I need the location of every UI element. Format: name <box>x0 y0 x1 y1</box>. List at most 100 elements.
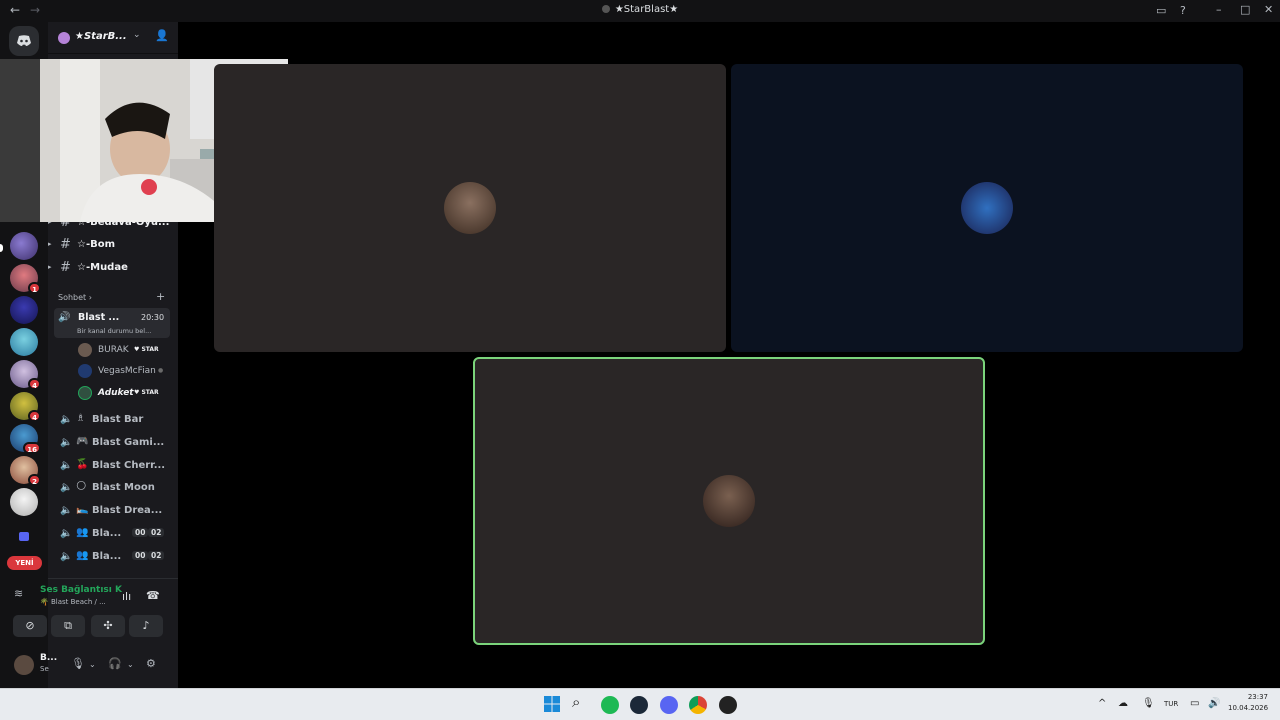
folder-icon[interactable] <box>19 532 29 541</box>
system-clock[interactable]: 23:37 10.04.2026 <box>1228 692 1268 714</box>
network-icon[interactable]: ▭ <box>1190 698 1199 709</box>
obs-icon[interactable] <box>719 696 737 714</box>
role-tag: ♥ STAR <box>134 346 159 353</box>
noise-suppression-icon[interactable]: ılı <box>122 590 131 603</box>
channel-emoji: 🍒 <box>76 459 89 470</box>
cloud-icon[interactable]: ☁ <box>1118 698 1128 709</box>
close-icon[interactable]: ✕ <box>1264 3 1273 16</box>
discord-home-button[interactable] <box>9 26 39 56</box>
category-label[interactable]: Sohbet › <box>58 293 92 302</box>
text-channel[interactable]: ▸ # ☆-Mudae <box>48 258 178 278</box>
channel-emoji: 👥 <box>76 550 89 561</box>
category-name: Sohbet <box>58 293 87 302</box>
speaker-icon: 🔈 <box>60 528 73 539</box>
disconnect-icon[interactable]: ☎ <box>146 589 160 602</box>
voice-connected-channel[interactable]: 🌴 Blast Beach / ... <box>40 598 106 606</box>
voice-channel-name: Bla... <box>92 551 122 562</box>
voice-channel[interactable]: 🔈 👥 Bla... 00 02 <box>48 547 178 567</box>
invite-people-icon[interactable]: 👤 <box>155 29 169 42</box>
minimize-icon[interactable]: – <box>1216 3 1222 16</box>
video-tile[interactable] <box>214 64 726 352</box>
windows-logo-icon <box>544 696 560 712</box>
camera-off-icon: ⊘ <box>25 619 35 632</box>
speaker-icon: 🔈 <box>60 505 73 516</box>
avatar <box>78 386 92 400</box>
channel-name: ☆-Bom <box>77 239 116 250</box>
speaker-icon: 🔈 <box>60 414 73 425</box>
voice-member[interactable]: VegasMcFian ● <box>78 364 178 380</box>
text-channel[interactable]: ▸ # ☆-Bom <box>48 235 178 255</box>
server-icon[interactable]: 1 <box>10 264 41 294</box>
help-icon[interactable]: ? <box>1180 4 1186 17</box>
windows-start-button[interactable] <box>543 695 563 715</box>
clock-time: 23:37 <box>1247 693 1268 701</box>
chrome-icon[interactable] <box>689 696 707 714</box>
server-icon[interactable] <box>10 328 38 356</box>
camera-off-button[interactable]: ⊘ <box>13 615 47 637</box>
add-channel-icon[interactable]: + <box>156 290 165 303</box>
volume-icon[interactable]: 🔊 <box>1208 698 1220 709</box>
speaker-icon: 🔊 <box>58 312 71 323</box>
guild-icon <box>58 32 70 44</box>
voice-channel[interactable]: 🔈 🍒 Blast Cherr... <box>48 456 178 476</box>
server-icon[interactable]: 2 <box>10 456 41 486</box>
spotify-icon[interactable] <box>601 696 619 714</box>
connection-signal-icon[interactable]: ≋ <box>14 587 23 600</box>
unread-pill <box>0 244 3 252</box>
maximize-icon[interactable]: □ <box>1240 3 1250 16</box>
headphones-icon[interactable]: 🎧 <box>108 657 122 670</box>
username[interactable]: B... <box>40 653 57 663</box>
tray-chevron-up-icon[interactable]: ^ <box>1098 698 1106 709</box>
voice-channel-status: Bir kanal durumu bel... <box>77 327 152 335</box>
activities-button[interactable]: ✣ <box>91 615 125 637</box>
hash-icon: # <box>60 237 71 252</box>
server-icon[interactable] <box>10 296 38 324</box>
user-avatar[interactable] <box>14 655 34 675</box>
server-icon[interactable] <box>10 488 38 516</box>
voice-member[interactable]: Aduket ♥ STAR <box>78 386 178 402</box>
discord-taskbar-icon[interactable] <box>660 696 678 714</box>
voice-channel[interactable]: 🔈 👥 Bla... 00 02 <box>48 524 178 544</box>
voice-channel-name: Blast Bar <box>92 414 144 425</box>
chevron-down-icon[interactable]: ⌄ <box>89 660 96 669</box>
server-icon[interactable]: 16 <box>10 424 41 454</box>
voice-channel-name: Bla... <box>92 528 122 539</box>
screen-share-button[interactable]: ⧉ <box>51 615 85 637</box>
microphone-icon[interactable]: 🎙 <box>71 657 85 670</box>
user-limit: 02 <box>148 528 165 537</box>
role-tag: ♥ STAR <box>134 389 159 396</box>
soundboard-button[interactable]: ♪ <box>129 615 163 637</box>
status-dot-icon: ● <box>158 367 164 374</box>
voice-channel[interactable]: 🔈 🎮 Blast Gami... <box>48 433 178 453</box>
server-icon[interactable]: 4 <box>10 360 41 390</box>
steam-icon[interactable] <box>630 696 648 714</box>
voice-channel[interactable]: 🔈 🌕 Blast Moon <box>48 478 178 498</box>
user-limit: 02 <box>148 551 165 560</box>
user-count: 00 <box>132 528 149 537</box>
active-voice-channel[interactable]: 🔊 Blast ... 20:30 Bir kanal durumu bel..… <box>54 308 170 338</box>
clock-date: 10.04.2026 <box>1228 704 1269 712</box>
tag-text: STAR <box>141 346 159 353</box>
language-indicator[interactable]: TUR <box>1164 700 1178 708</box>
server-icon[interactable]: 4 <box>10 392 41 422</box>
video-tile[interactable] <box>731 64 1243 352</box>
voice-channel[interactable]: 🔈 ♗ Blast Bar <box>48 410 178 430</box>
guild-header[interactable]: ★StarB... ⌄ 👤 <box>48 22 178 54</box>
video-tile-speaking[interactable] <box>473 357 985 645</box>
chevron-down-icon[interactable]: ⌄ <box>133 30 141 40</box>
mention-badge: 16 <box>23 442 41 454</box>
tray-microphone-icon[interactable]: 🎙 <box>1142 698 1155 709</box>
new-unreads-badge[interactable]: YENİ <box>7 556 42 570</box>
voice-connected-status[interactable]: Ses Bağlantısı K <box>40 585 122 595</box>
settings-gear-icon[interactable]: ⚙ <box>146 657 156 670</box>
search-icon[interactable]: ⌕ <box>572 693 592 713</box>
speaker-icon: 🔈 <box>60 460 73 471</box>
avatar <box>78 364 92 378</box>
member-name: Aduket <box>98 388 134 398</box>
voice-channel[interactable]: 🔈 🛌 Blast Drea... <box>48 501 178 521</box>
server-icon[interactable] <box>10 232 38 260</box>
inbox-icon[interactable]: ▭ <box>1156 4 1166 17</box>
chevron-down-icon[interactable]: ⌄ <box>127 660 134 669</box>
mention-badge: 2 <box>28 474 41 486</box>
voice-member[interactable]: BURAK ♥ STAR <box>78 343 178 359</box>
